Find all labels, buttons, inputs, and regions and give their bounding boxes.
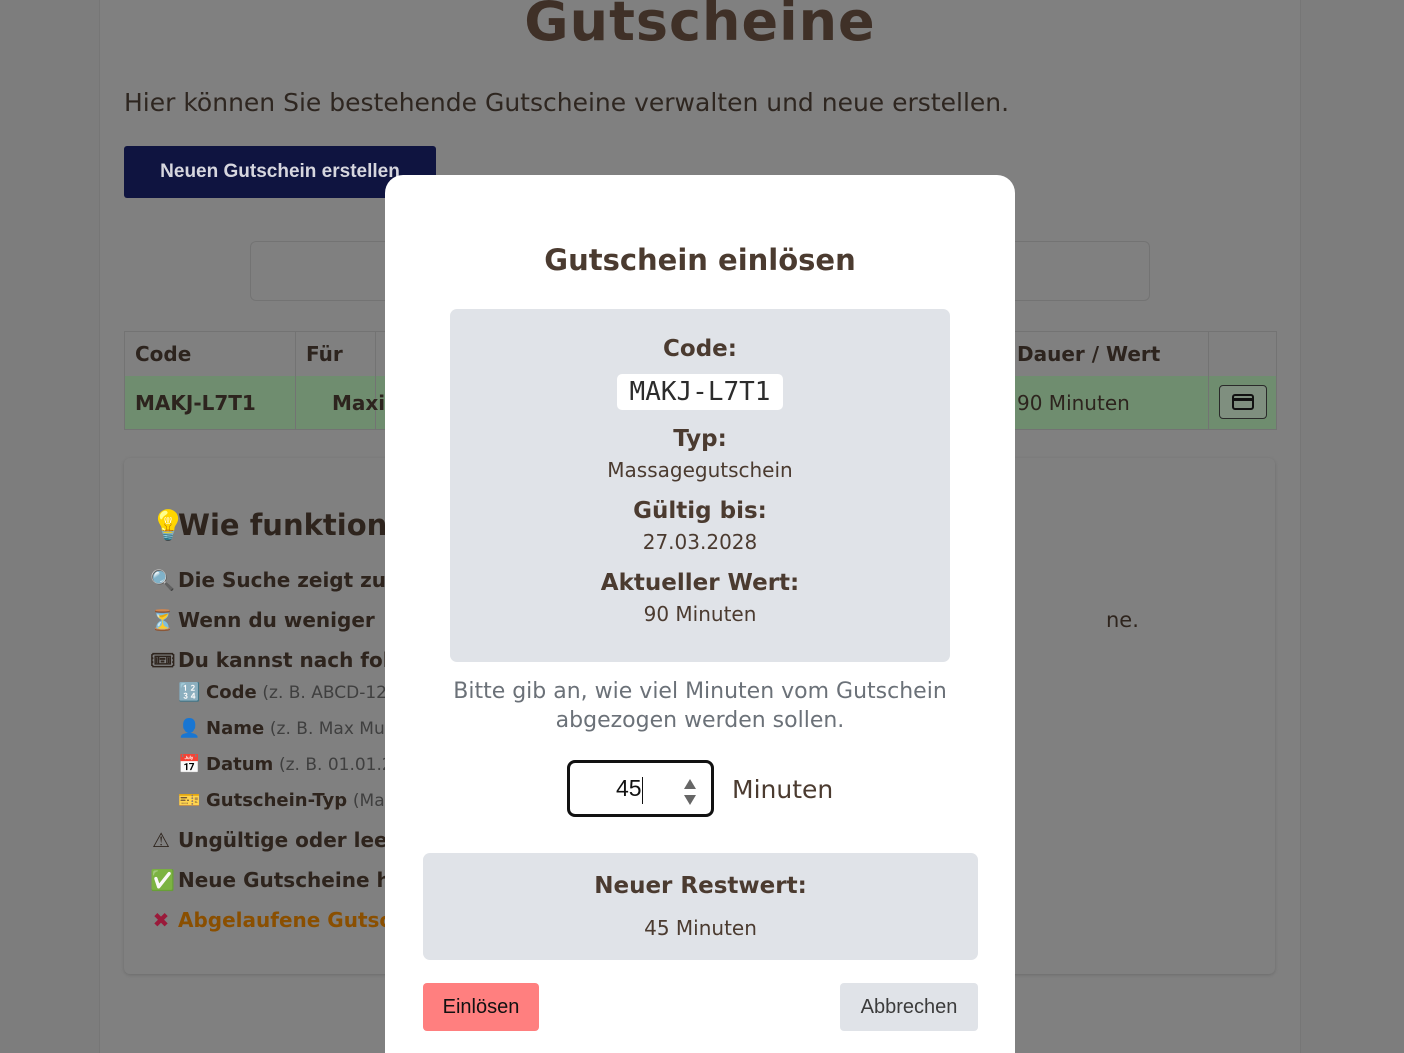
help-sub-type: 🎫 Gutschein-Typ (Mas	[178, 790, 394, 811]
text-caret	[642, 777, 643, 804]
rest-label: Neuer Restwert:	[594, 873, 807, 899]
checkmark-icon: ✅	[150, 868, 175, 892]
cross-icon: ✖	[152, 908, 170, 932]
voucher-icon: 🎫	[178, 790, 201, 811]
warning-icon: ⚠	[152, 828, 170, 852]
hourglass-icon: ⏳	[150, 608, 175, 632]
current-value-label: Aktueller Wert:	[600, 570, 800, 596]
help-line-new: ✅ Neue Gutscheine h	[150, 868, 391, 892]
credit-card-icon	[1232, 394, 1254, 410]
help-title: 💡Wie funktion	[150, 508, 388, 542]
type-label: Typ:	[673, 426, 727, 452]
page-title: Gutscheine	[524, 0, 876, 53]
voucher-info-box: Code: MAKJ-L7T1 Typ: Massagegutschein Gü…	[450, 309, 950, 662]
header-for: Für	[296, 332, 376, 376]
header-actions	[1209, 332, 1276, 376]
redeem-button[interactable]: Einlösen	[423, 983, 539, 1031]
help-line-search: 🔍 Die Suche zeigt zu	[150, 568, 387, 592]
spinner-arrows-icon[interactable]	[683, 778, 697, 806]
help-sub-code: 🔢 Code (z. B. ABCD-123	[178, 682, 398, 703]
page-intro: Hier können Sie bestehende Gutscheine ve…	[124, 88, 1010, 117]
rest-value: 45 Minuten	[644, 916, 757, 940]
current-value: 90 Minuten	[643, 602, 757, 626]
row-for: Maxi	[296, 376, 385, 429]
help-sub-date: 📅 Datum (z. B. 01.01.2	[178, 754, 393, 775]
help-line-less: ⏳ Wenn du weniger	[150, 608, 375, 632]
calendar-icon: 📅	[178, 754, 201, 775]
type-value: Massagegutschein	[607, 458, 793, 482]
lightbulb-icon: 💡	[150, 508, 187, 542]
help-line-expired: ✖ Abgelaufene Gutsc	[150, 908, 392, 932]
redeem-modal: Gutschein einlösen Code: MAKJ-L7T1 Typ: …	[385, 175, 1015, 1053]
numbers-icon: 🔢	[178, 682, 201, 703]
valid-label: Gültig bis:	[633, 498, 767, 524]
help-line-invalid: ⚠ Ungültige oder lee	[150, 828, 388, 852]
minutes-input[interactable]: 45	[567, 760, 714, 817]
row-value: 90 Minuten	[1007, 376, 1209, 429]
person-icon: 👤	[178, 718, 201, 739]
ticket-icon: 🎟	[150, 648, 176, 672]
header-value: Dauer / Wert	[1007, 332, 1209, 376]
row-code: MAKJ-L7T1	[125, 376, 296, 429]
valid-value: 27.03.2028	[642, 530, 758, 554]
modal-title: Gutschein einlösen	[544, 243, 856, 277]
help-right-fragment: ne.	[1106, 608, 1139, 632]
code-value: MAKJ-L7T1	[617, 374, 783, 410]
cancel-button[interactable]: Abbrechen	[840, 983, 978, 1031]
minutes-input-value: 45	[616, 775, 642, 801]
instruction-text: Bitte gib an, wie viel Minuten vom Gutsc…	[453, 679, 947, 733]
minutes-unit-label: Minuten	[732, 775, 834, 804]
help-line-filter: 🎟 Du kannst nach fol	[150, 648, 390, 672]
redeem-card-button[interactable]	[1219, 385, 1267, 419]
help-sub-name: 👤 Name (z. B. Max Must	[178, 718, 401, 739]
header-code: Code	[125, 332, 296, 376]
code-label: Code:	[663, 336, 737, 362]
new-rest-box: Neuer Restwert: 45 Minuten	[423, 853, 978, 960]
magnifier-icon: 🔍	[150, 568, 175, 592]
